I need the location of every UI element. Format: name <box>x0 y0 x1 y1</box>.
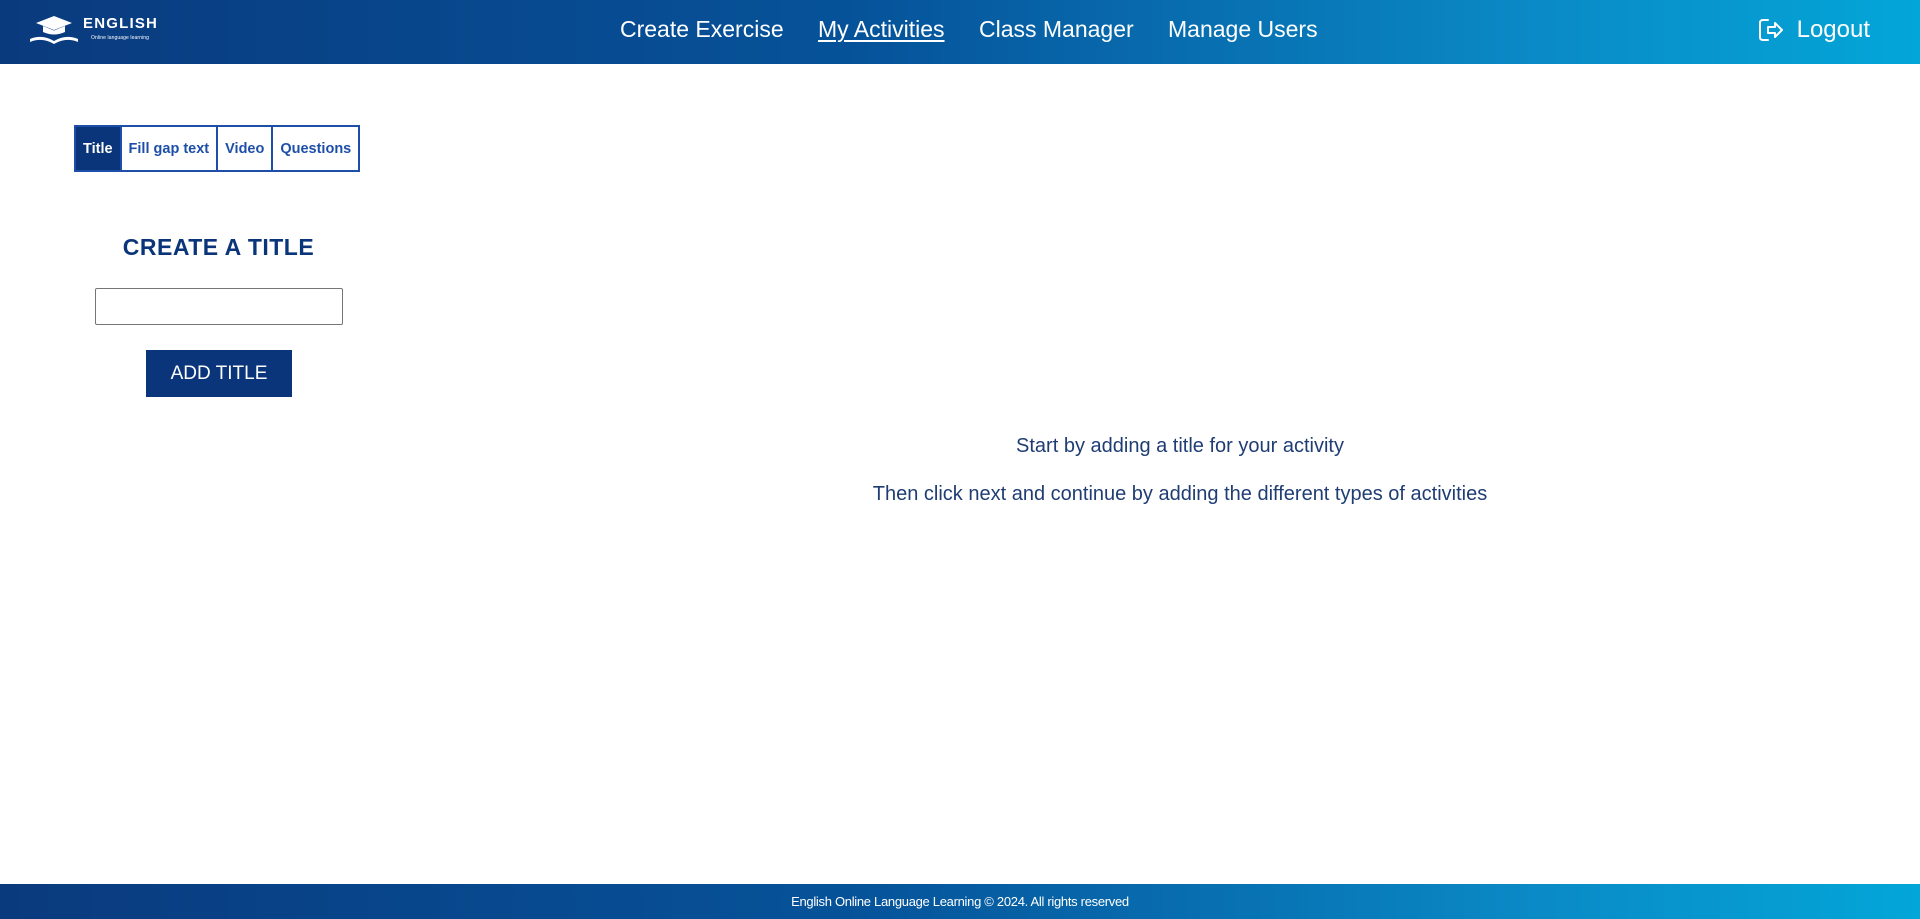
nav-class-manager[interactable]: Class Manager <box>979 16 1134 43</box>
footer: English Online Language Learning © 2024.… <box>0 884 1920 919</box>
logout-icon <box>1758 19 1783 41</box>
help-text-line-1: Start by adding a title for your activit… <box>1016 435 1344 457</box>
logout-button[interactable]: Logout <box>1757 16 1870 44</box>
main-nav: Create Exercise My Activities Class Mana… <box>0 0 1920 64</box>
tab-title[interactable]: Title <box>76 127 122 170</box>
top-navbar: ENGLISH Online language learning Create … <box>0 0 1920 64</box>
footer-copyright: English Online Language Learning © 2024.… <box>791 894 1129 909</box>
create-title-heading: CREATE A TITLE <box>122 234 315 260</box>
help-text-line-2: Then click next and continue by adding t… <box>872 483 1488 505</box>
nav-manage-users[interactable]: Manage Users <box>1168 16 1318 43</box>
tab-fill-gap-text[interactable]: Fill gap text <box>121 127 219 170</box>
nav-my-activities[interactable]: My Activities <box>818 16 945 43</box>
add-title-button[interactable]: ADD TITLE <box>146 350 292 397</box>
tab-questions[interactable]: Questions <box>273 127 359 170</box>
logout-label: Logout <box>1796 16 1870 43</box>
tab-video[interactable]: Video <box>218 127 274 170</box>
nav-create-exercise[interactable]: Create Exercise <box>620 16 784 43</box>
title-input[interactable] <box>95 288 343 325</box>
activity-step-tabs: Title Fill gap text Video Questions <box>74 125 361 172</box>
